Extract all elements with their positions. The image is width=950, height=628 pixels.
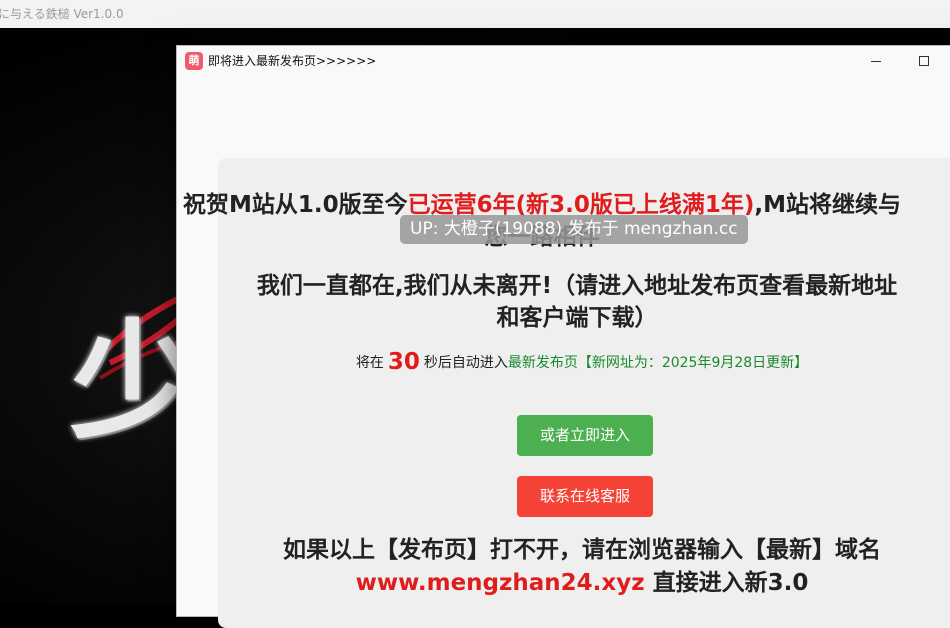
background-window-titlebar[interactable]: に与える鉄槌 Ver1.0.0: [0, 0, 950, 28]
app-icon: 萌: [185, 52, 203, 70]
contact-support-button[interactable]: 联系在线客服: [517, 476, 653, 517]
notice-line-2-suffix: 直接进入新3.0: [644, 570, 809, 596]
countdown-line: 将在 30 秒后自动进入最新发布页【新网址为：2025年9月28日更新】: [177, 349, 950, 375]
notice-line-1: 如果以上【发布页】打不开，请在浏览器输入【最新】域名: [283, 537, 881, 563]
countdown-seconds: 30: [387, 349, 420, 375]
release-page-link[interactable]: 最新发布页【新网址为：2025年9月28日更新】: [508, 355, 808, 371]
enter-now-button[interactable]: 或者立即进入: [517, 415, 653, 456]
notice-url[interactable]: www.mengzhan24.xyz: [356, 570, 645, 596]
dialog-title: 即将进入最新发布页>>>>>>: [208, 54, 377, 68]
subheadline: 我们一直都在,我们从未离开!（请进入地址发布页查看最新地址和客户端下载）: [256, 273, 898, 331]
dialog-titlebar[interactable]: 萌 即将进入最新发布页>>>>>>: [177, 46, 950, 76]
minimize-button[interactable]: [853, 46, 899, 76]
background-window-title: に与える鉄槌 Ver1.0.0: [0, 7, 124, 21]
release-page-dialog: 萌 即将进入最新发布页>>>>>> 祝贺M站从1.0版至今已运营6年(新3.0版…: [176, 45, 950, 628]
countdown-prefix: 将在: [355, 355, 384, 371]
domain-notice: 如果以上【发布页】打不开，请在浏览器输入【最新】域名 www.mengzhan2…: [177, 534, 950, 600]
countdown-suffix: 秒后自动进入: [423, 355, 508, 371]
headline-text-1: 祝贺M站从1.0版至今: [182, 192, 408, 218]
notice-line-2: www.mengzhan24.xyz 直接进入新3.0: [177, 567, 950, 600]
maximize-button[interactable]: [901, 46, 947, 76]
watermark-badge: UP: 大橙子(19088) 发布于 mengzhan.cc: [400, 215, 748, 244]
